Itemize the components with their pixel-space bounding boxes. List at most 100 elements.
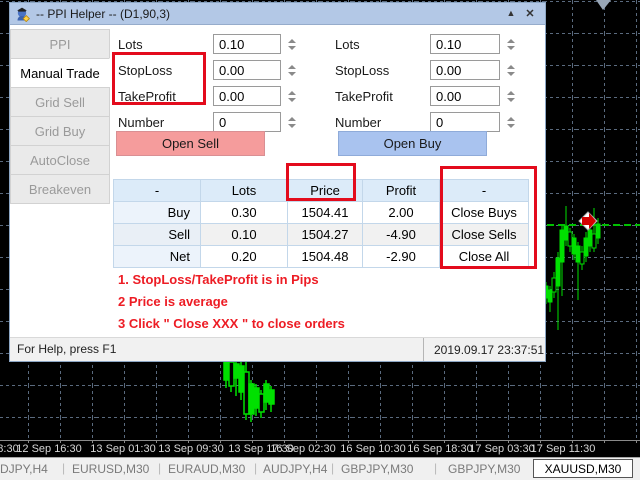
spinner-up-icon[interactable] bbox=[288, 116, 296, 121]
symbol-tab-bar: DJPY,H4 | EURUSD,M30 | EURAUD,M30 | AUDJ… bbox=[0, 457, 640, 480]
expert-advisor-icon bbox=[17, 7, 30, 22]
axis-tick-label: 16 Sep 18:30 bbox=[407, 443, 473, 455]
ppi-helper-window: -- PPI Helper -- (D1,90,3) ▲ ✕ PPI Manua… bbox=[9, 2, 546, 362]
axis-tick-label: 12 Sep 16:30 bbox=[16, 443, 82, 455]
buy-takeprofit-stepper[interactable] bbox=[505, 86, 517, 106]
sell-lots-label: Lots bbox=[118, 37, 143, 52]
status-bar: For Help, press F1 2019.09.17 23:37:51 bbox=[10, 337, 545, 361]
spinner-up-icon[interactable] bbox=[507, 38, 515, 43]
buy-number-stepper[interactable] bbox=[505, 112, 517, 132]
symbol-tab-djpy-h4[interactable]: DJPY,H4 bbox=[0, 462, 48, 476]
buy-stoploss-stepper[interactable] bbox=[505, 60, 517, 80]
sell-price-value: 1504.27 bbox=[288, 224, 363, 246]
sell-takeprofit-stepper[interactable] bbox=[286, 86, 298, 106]
spinner-down-icon[interactable] bbox=[507, 123, 515, 128]
sell-number-stepper[interactable] bbox=[286, 112, 298, 132]
symbol-tab-xauusd-m30-active[interactable]: XAUUSD,M30 bbox=[533, 459, 633, 478]
close-all-button[interactable]: Close All bbox=[440, 246, 529, 268]
net-lots-value: 0.20 bbox=[201, 246, 288, 268]
sidebar-item-breakeven[interactable]: Breakeven bbox=[10, 174, 110, 204]
server-timestamp: 2019.09.17 23:37:51 bbox=[423, 338, 545, 361]
sell-stoploss-stepper[interactable] bbox=[286, 60, 298, 80]
sell-number-label: Number bbox=[118, 115, 165, 130]
symbol-tab-euraud-m30[interactable]: EURAUD,M30 bbox=[168, 462, 245, 476]
spinner-up-icon[interactable] bbox=[288, 90, 296, 95]
spinner-down-icon[interactable] bbox=[288, 97, 296, 102]
sell-lots-stepper[interactable] bbox=[286, 34, 298, 54]
sidebar-item-autoclose[interactable]: AutoClose bbox=[10, 145, 110, 175]
note-stoploss-pips: 1. StopLoss/TakeProfit is in Pips bbox=[118, 272, 319, 287]
minimize-button[interactable]: ▲ bbox=[503, 5, 519, 21]
metatrader-screen: 8:30 12 Sep 16:30 13 Sep 01:30 13 Sep 09… bbox=[0, 0, 640, 480]
buy-lots-stepper[interactable] bbox=[505, 34, 517, 54]
header-profit: Profit bbox=[363, 180, 440, 202]
header-price: Price bbox=[288, 180, 363, 202]
sell-row-label: Sell bbox=[114, 224, 201, 246]
buy-takeprofit-input[interactable] bbox=[430, 86, 500, 106]
symbol-tab-gbpjpy-m30-2[interactable]: GBPJPY,M30 bbox=[448, 462, 520, 476]
buy-row-label: Buy bbox=[114, 202, 201, 224]
spinner-up-icon[interactable] bbox=[288, 38, 296, 43]
symbol-tab-audjpy-h4[interactable]: AUDJPY,H4 bbox=[263, 462, 327, 476]
spinner-down-icon[interactable] bbox=[507, 97, 515, 102]
orders-table: - Lots Price Profit - Buy 0.30 1504.41 2… bbox=[113, 179, 529, 268]
sell-stoploss-input[interactable] bbox=[213, 60, 281, 80]
spinner-up-icon[interactable] bbox=[507, 90, 515, 95]
spinner-down-icon[interactable] bbox=[288, 71, 296, 76]
spinner-down-icon[interactable] bbox=[288, 123, 296, 128]
sell-stoploss-label: StopLoss bbox=[118, 63, 173, 78]
help-status-text: For Help, press F1 bbox=[17, 342, 117, 356]
close-buys-button[interactable]: Close Buys bbox=[440, 202, 529, 224]
close-button[interactable]: ✕ bbox=[522, 5, 538, 21]
buy-price-value: 1504.41 bbox=[288, 202, 363, 224]
buy-takeprofit-label: TakeProfit bbox=[335, 89, 393, 104]
buy-number-input[interactable] bbox=[430, 112, 500, 132]
sidebar-item-ppi[interactable]: PPI bbox=[10, 29, 110, 59]
spinner-up-icon[interactable] bbox=[507, 116, 515, 121]
symbol-tab-eurusd-m30[interactable]: EURUSD,M30 bbox=[72, 462, 149, 476]
spinner-down-icon[interactable] bbox=[288, 45, 296, 50]
spinner-up-icon[interactable] bbox=[288, 64, 296, 69]
buy-profit-value: 2.00 bbox=[363, 202, 440, 224]
window-title: -- PPI Helper -- (D1,90,3) bbox=[36, 6, 171, 21]
close-sells-button[interactable]: Close Sells bbox=[440, 224, 529, 246]
note-close-orders: 3 Click " Close XXX " to close orders bbox=[118, 316, 345, 331]
header-side: - bbox=[114, 180, 201, 202]
buy-lots-label: Lots bbox=[335, 37, 360, 52]
tab-separator: | bbox=[158, 461, 162, 475]
net-row-label: Net bbox=[114, 246, 201, 268]
spinner-down-icon[interactable] bbox=[507, 45, 515, 50]
tab-separator: | bbox=[434, 461, 438, 475]
symbol-tab-gbpjpy-m30[interactable]: GBPJPY,M30 bbox=[341, 462, 413, 476]
tab-separator: | bbox=[331, 461, 335, 475]
tab-separator: | bbox=[62, 461, 66, 475]
sell-lots-value: 0.10 bbox=[201, 224, 288, 246]
axis-tick-label: 17 Sep 03:30 bbox=[469, 443, 535, 455]
sidebar-item-grid-sell[interactable]: Grid Sell bbox=[10, 87, 110, 117]
sell-profit-value: -4.90 bbox=[363, 224, 440, 246]
spinner-down-icon[interactable] bbox=[507, 71, 515, 76]
buy-stoploss-input[interactable] bbox=[430, 60, 500, 80]
sell-takeprofit-label: TakeProfit bbox=[118, 89, 176, 104]
axis-tick-label: 16 Sep 02:30 bbox=[270, 443, 336, 455]
sell-number-input[interactable] bbox=[213, 112, 281, 132]
buy-lots-value: 0.30 bbox=[201, 202, 288, 224]
sidebar-item-grid-buy[interactable]: Grid Buy bbox=[10, 116, 110, 146]
buy-number-label: Number bbox=[335, 115, 382, 130]
axis-tick-label: 17 Sep 11:30 bbox=[530, 443, 596, 455]
window-titlebar: -- PPI Helper -- (D1,90,3) ▲ ✕ bbox=[10, 3, 545, 25]
net-price-value: 1504.48 bbox=[288, 246, 363, 268]
open-sell-button[interactable]: Open Sell bbox=[116, 131, 265, 156]
sidebar-item-manual-trade[interactable]: Manual Trade bbox=[10, 58, 110, 88]
header-action: - bbox=[440, 180, 529, 202]
buy-stoploss-label: StopLoss bbox=[335, 63, 390, 78]
sell-lots-input[interactable] bbox=[213, 34, 281, 54]
axis-tick-label: 13 Sep 09:30 bbox=[158, 443, 224, 455]
sell-takeprofit-input[interactable] bbox=[213, 86, 281, 106]
axis-tick-label: 16 Sep 10:30 bbox=[340, 443, 406, 455]
spinner-up-icon[interactable] bbox=[507, 64, 515, 69]
axis-tick-label: 13 Sep 01:30 bbox=[90, 443, 156, 455]
tab-separator: | bbox=[254, 461, 258, 475]
open-buy-button[interactable]: Open Buy bbox=[338, 131, 487, 156]
buy-lots-input[interactable] bbox=[430, 34, 500, 54]
